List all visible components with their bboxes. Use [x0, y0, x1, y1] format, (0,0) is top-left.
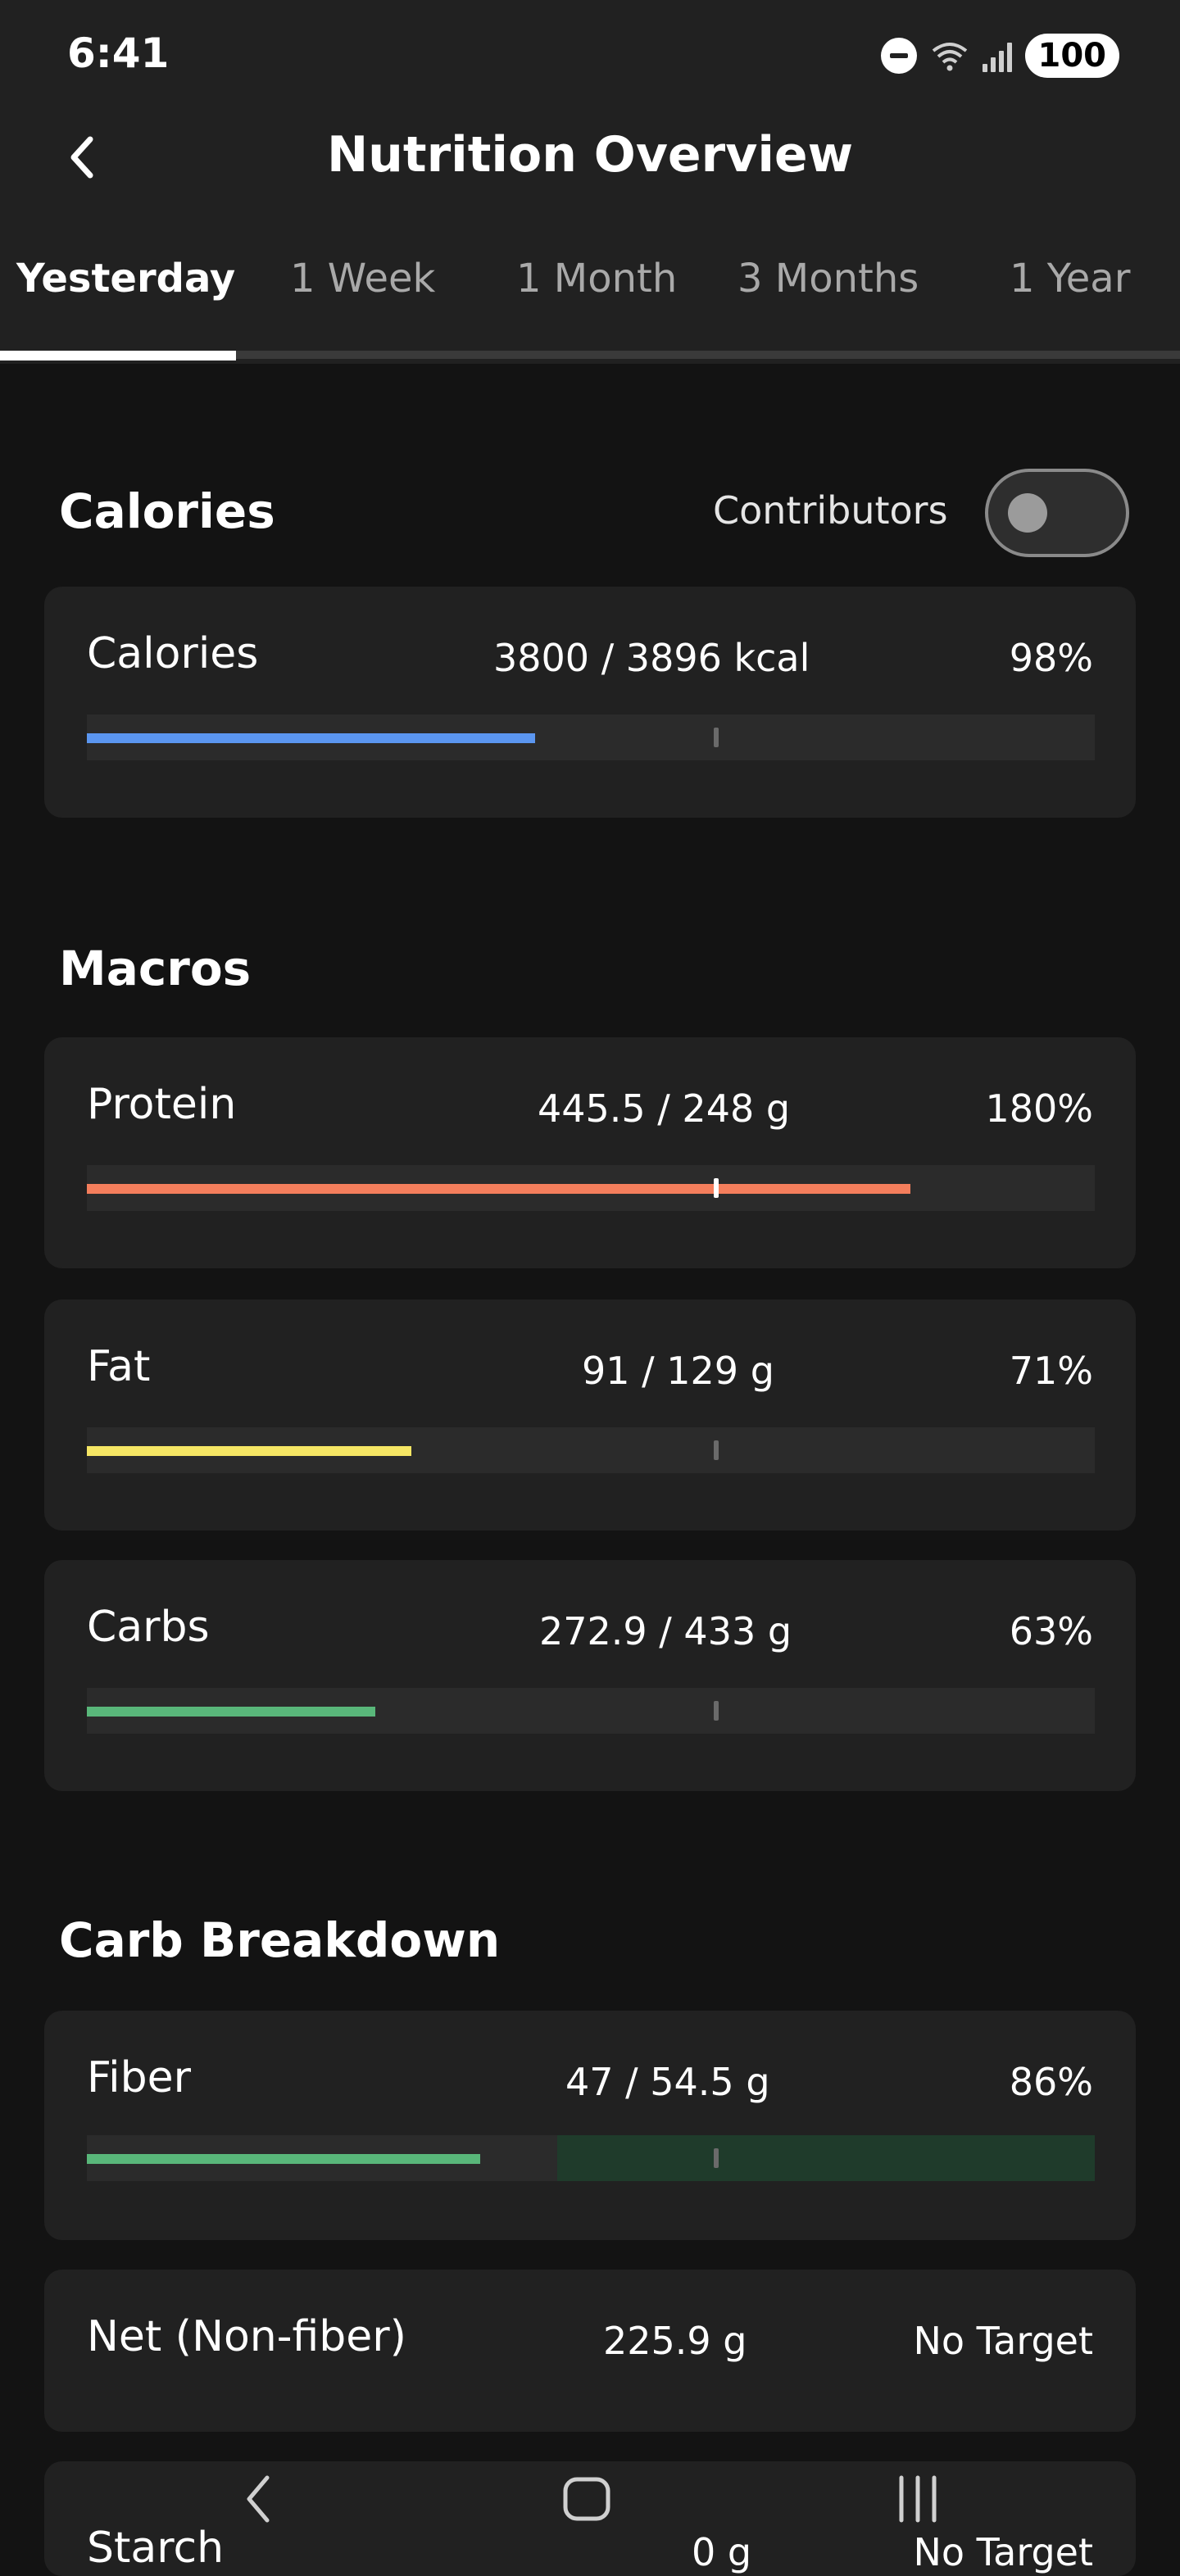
target-marker: [714, 728, 719, 747]
target-marker: [714, 2148, 719, 2168]
home-icon: [563, 2477, 610, 2521]
net-carbs-label: Net (Non-fiber): [87, 2312, 406, 2361]
net-carbs-card[interactable]: Net (Non-fiber) 225.9 g No Target: [44, 2270, 1136, 2432]
protein-card[interactable]: Protein 445.5 / 248 g 180%: [44, 1037, 1136, 1268]
active-tab-indicator: [0, 351, 236, 361]
tab-yesterday[interactable]: Yesterday: [16, 256, 235, 302]
tab-1-week[interactable]: 1 Week: [290, 256, 435, 302]
fat-amount: 91 / 129 g: [582, 1349, 774, 1393]
fiber-card[interactable]: Fiber 47 / 54.5 g 86%: [44, 2011, 1136, 2240]
fiber-amount: 47 / 54.5 g: [565, 2060, 770, 2104]
battery-indicator: 100: [1024, 34, 1119, 78]
do-not-disturb-icon: [880, 38, 917, 74]
calories-amount: 3800 / 3896 kcal: [493, 636, 810, 680]
fat-progress-fill: [87, 1446, 411, 1456]
page-title: Nutrition Overview: [326, 126, 854, 184]
toggle-knob: [1008, 493, 1047, 533]
status-icons: 100: [880, 29, 1119, 82]
net-carbs-target: No Target: [913, 2319, 1094, 2363]
calories-card[interactable]: Calories 3800 / 3896 kcal 98%: [44, 587, 1136, 818]
recents-icon: [899, 2475, 937, 2523]
carbs-progress-fill: [87, 1707, 375, 1717]
protein-percent: 180%: [985, 1086, 1093, 1131]
carb-breakdown-section-title: Carb Breakdown: [59, 1912, 501, 1968]
net-carbs-amount: 225.9 g: [603, 2319, 747, 2363]
tab-1-month[interactable]: 1 Month: [516, 256, 677, 302]
protein-progress-bar: [87, 1165, 1095, 1211]
system-nav-bar: [0, 2450, 1180, 2556]
nav-back-button[interactable]: [226, 2466, 292, 2532]
calories-progress-fill: [87, 733, 535, 743]
status-time: 6:41: [67, 29, 170, 77]
fiber-percent: 86%: [1009, 2060, 1093, 2104]
calories-section-title: Calories: [59, 483, 275, 539]
calories-label: Calories: [87, 629, 259, 678]
carbs-label: Carbs: [87, 1603, 210, 1652]
status-bar: 6:41 100: [0, 0, 1180, 111]
back-icon: [247, 2475, 270, 2523]
fat-card[interactable]: Fat 91 / 129 g 71%: [44, 1299, 1136, 1531]
cellular-signal-icon: [982, 39, 1012, 72]
carbs-card[interactable]: Carbs 272.9 / 433 g 63%: [44, 1560, 1136, 1791]
calories-percent: 98%: [1009, 636, 1093, 680]
time-range-tabs: Yesterday 1 Week 1 Month 3 Months 1 Year: [0, 215, 1180, 364]
fat-percent: 71%: [1009, 1349, 1093, 1393]
carbs-amount: 272.9 / 433 g: [539, 1609, 792, 1653]
carbs-percent: 63%: [1009, 1609, 1093, 1653]
contributors-label: Contributors: [713, 488, 948, 533]
wifi-icon: [932, 43, 967, 71]
fat-label: Fat: [87, 1342, 151, 1391]
tab-3-months[interactable]: 3 Months: [738, 256, 919, 302]
fiber-target-zone: [557, 2135, 1095, 2181]
macros-section-title: Macros: [59, 941, 252, 996]
fiber-label: Fiber: [87, 2053, 191, 2102]
protein-label: Protein: [87, 1080, 237, 1129]
nav-home-button[interactable]: [554, 2466, 620, 2532]
calories-progress-bar: [87, 714, 1095, 760]
target-marker: [714, 1440, 719, 1460]
fiber-progress-fill: [87, 2154, 480, 2164]
fiber-progress-bar: [87, 2135, 1095, 2181]
target-marker: [714, 1178, 719, 1198]
carbs-progress-bar: [87, 1688, 1095, 1734]
protein-progress-fill: [87, 1184, 910, 1194]
protein-amount: 445.5 / 248 g: [538, 1086, 791, 1131]
tab-1-year[interactable]: 1 Year: [1010, 256, 1130, 302]
fat-progress-bar: [87, 1427, 1095, 1473]
nav-recents-button[interactable]: [885, 2466, 951, 2532]
target-marker: [714, 1701, 719, 1721]
app-header: Nutrition Overview: [0, 111, 1180, 215]
contributors-toggle[interactable]: [985, 469, 1129, 557]
